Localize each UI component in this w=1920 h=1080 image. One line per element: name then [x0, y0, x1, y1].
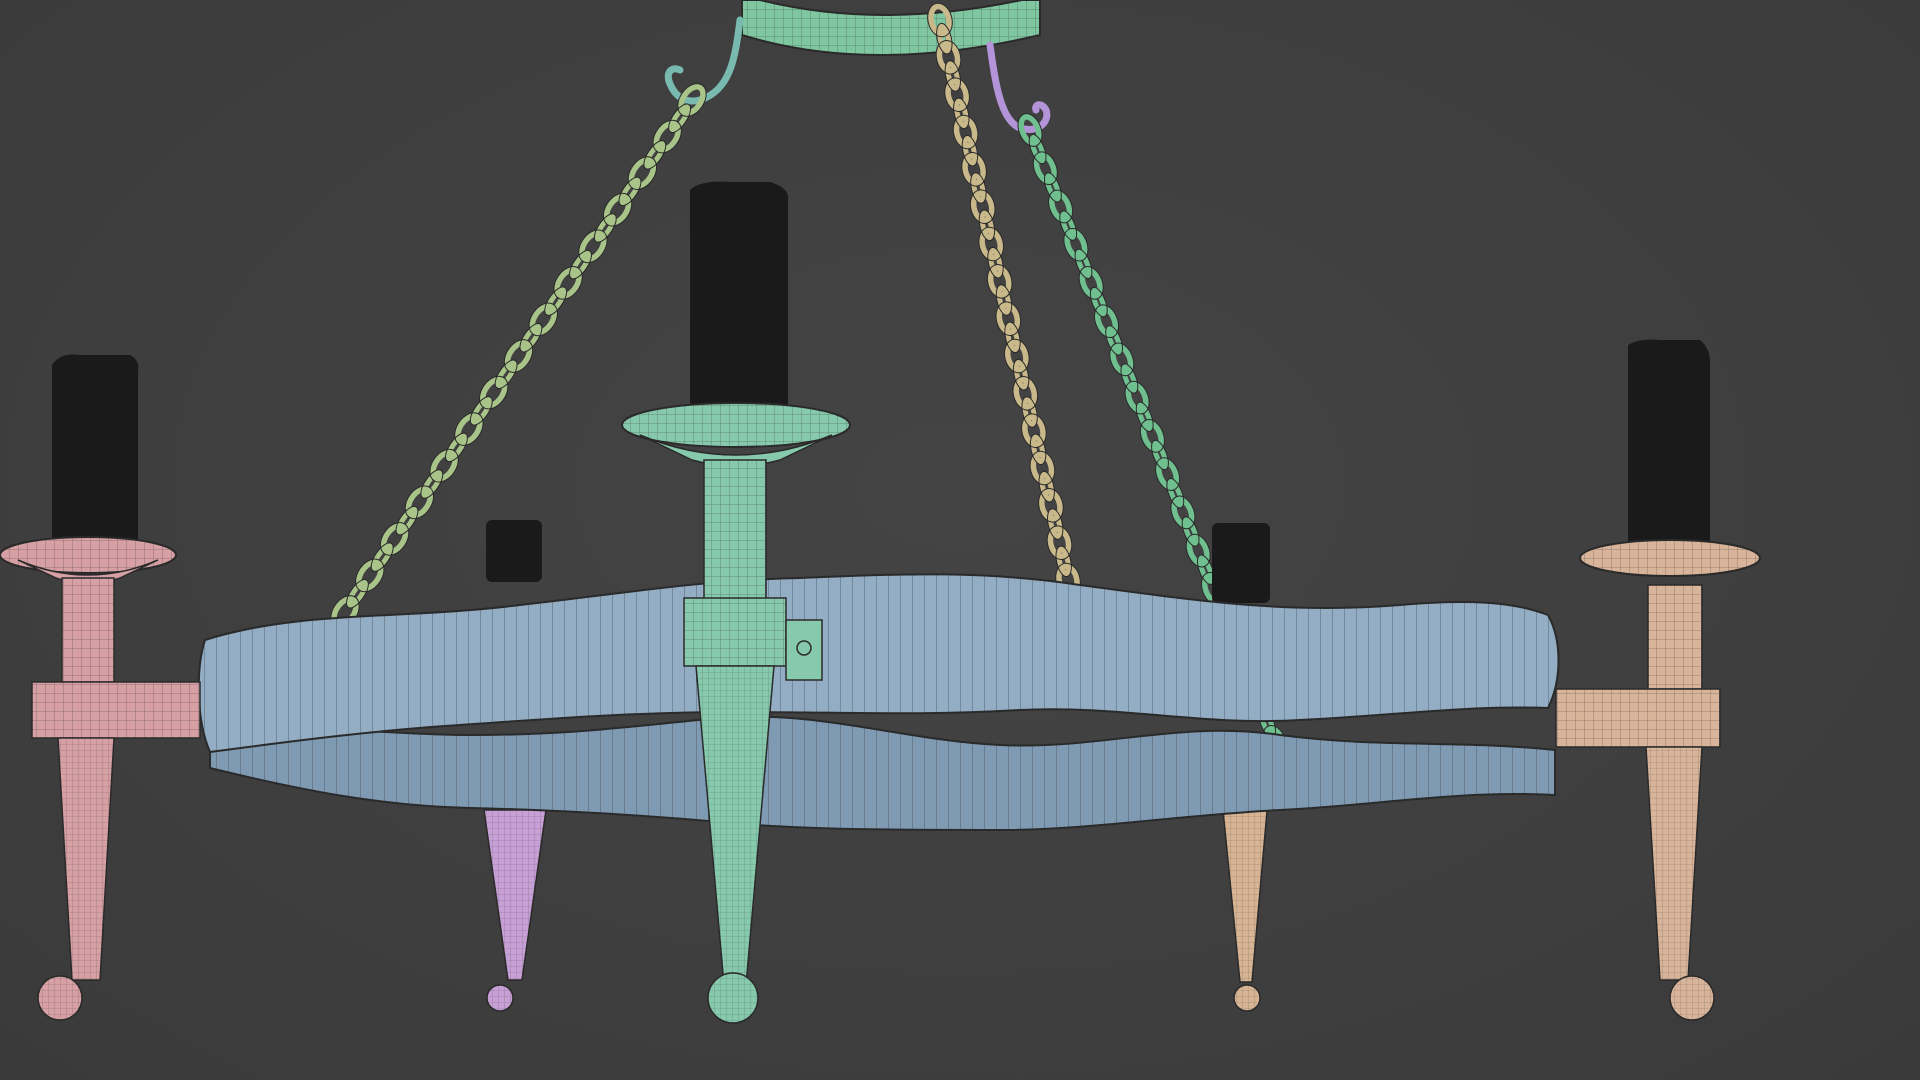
crown-ring[interactable]: [741, 0, 1041, 56]
chain-link-outline: [1043, 172, 1062, 203]
chain-link-outline: [1105, 325, 1124, 356]
3d-viewport[interactable]: [0, 0, 1920, 1080]
chain-link-outline: [1166, 478, 1185, 509]
chain-link-outline: [1151, 439, 1169, 471]
chain-link-outline: [1135, 401, 1154, 432]
hook-right[interactable]: [986, 41, 1051, 133]
right-candle-arm[interactable]: [1555, 339, 1761, 1021]
chain-link-outline: [1120, 363, 1139, 394]
chain-link-outline: [1181, 516, 1200, 547]
chain-link-outline: [1074, 248, 1093, 279]
left-candle-arm[interactable]: [0, 354, 201, 1021]
chain-link-outline: [1028, 133, 1047, 165]
chandelier-model[interactable]: [0, 0, 1920, 1080]
chain-link-outline: [1059, 210, 1078, 241]
ring-band[interactable]: [197, 573, 1560, 832]
chain-link-outline: [1089, 286, 1108, 318]
